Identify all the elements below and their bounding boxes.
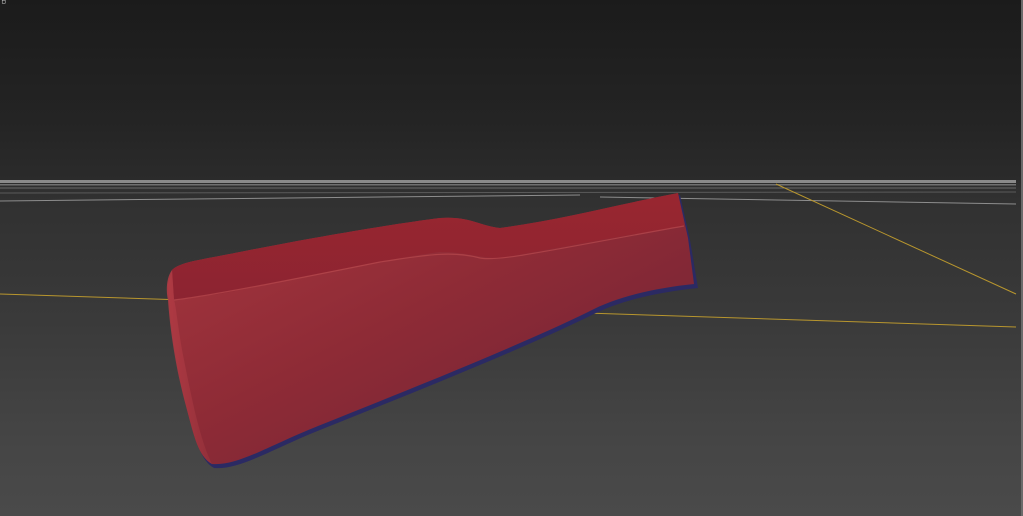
mesh-object[interactable] (166, 193, 698, 469)
viewport-scene[interactable] (0, 0, 1023, 516)
horizon-grid (0, 180, 1017, 205)
3d-viewport[interactable]: ▫ (0, 0, 1023, 516)
viewport-corner-label[interactable]: ▫ (1, 0, 6, 7)
